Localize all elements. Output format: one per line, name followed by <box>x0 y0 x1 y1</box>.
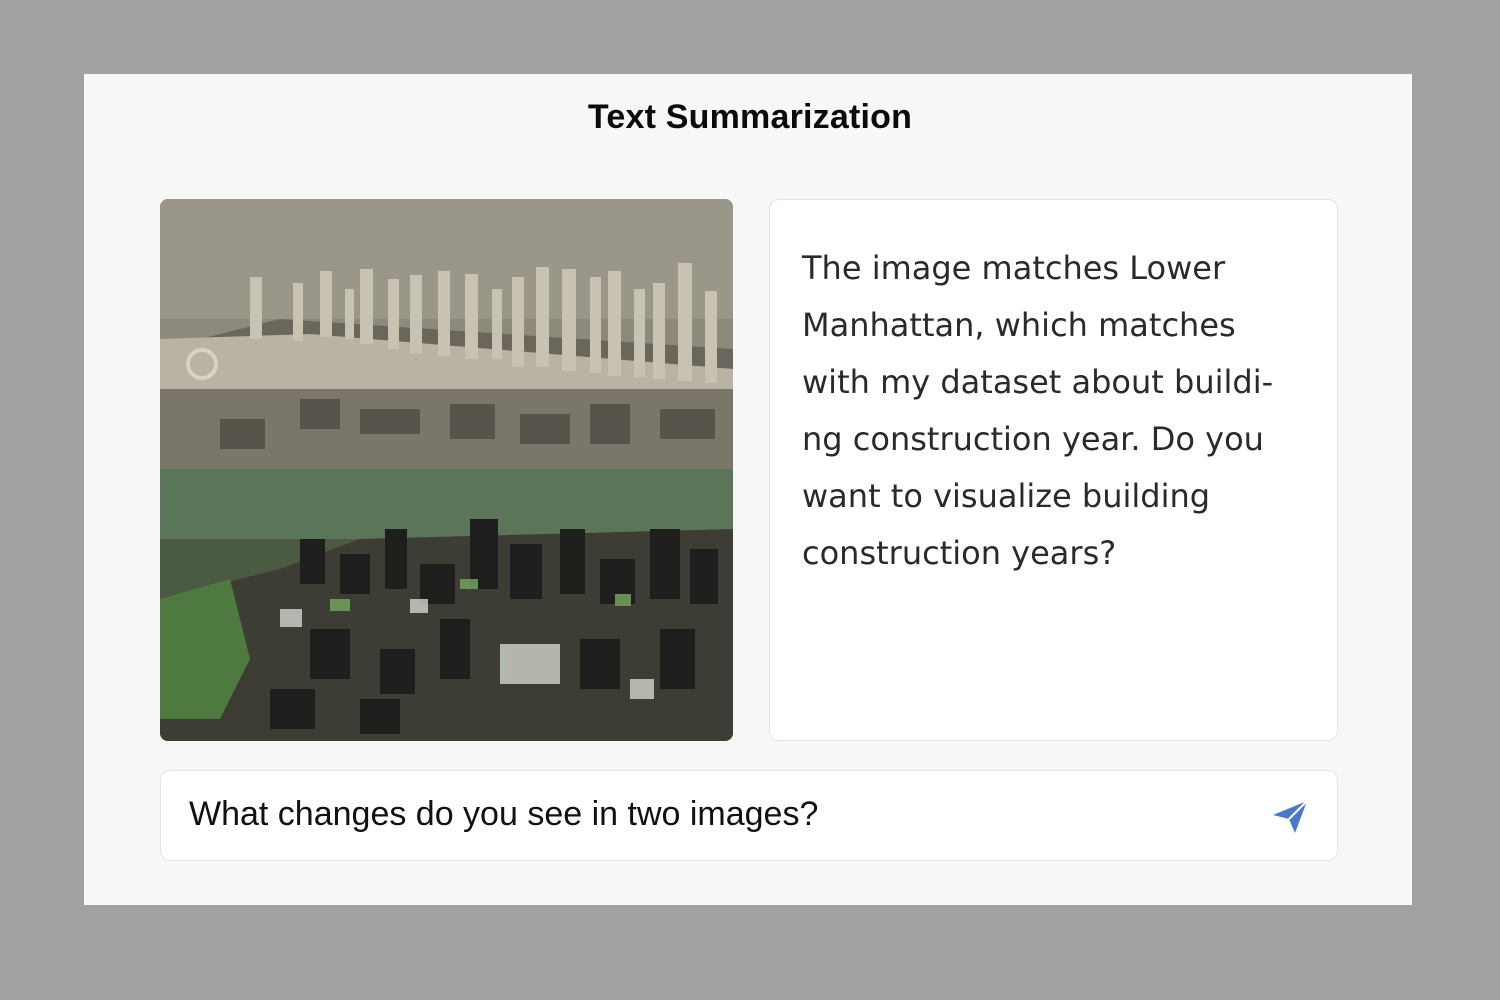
page-title: Text Summarization <box>587 98 913 136</box>
chat-input-bar[interactable]: What changes do you see in two images? <box>160 770 1338 861</box>
recent-satellite-image <box>160 469 733 741</box>
send-icon <box>1273 800 1308 833</box>
chat-input[interactable]: What changes do you see in two images? <box>189 795 818 834</box>
response-card: The image matches Lower Manhattan, which… <box>769 199 1338 741</box>
send-button[interactable] <box>1269 795 1311 837</box>
image-comparison-panel <box>160 199 733 741</box>
response-text: The image matches Lower Manhattan, which… <box>802 249 1274 572</box>
historical-aerial-image <box>160 199 733 469</box>
